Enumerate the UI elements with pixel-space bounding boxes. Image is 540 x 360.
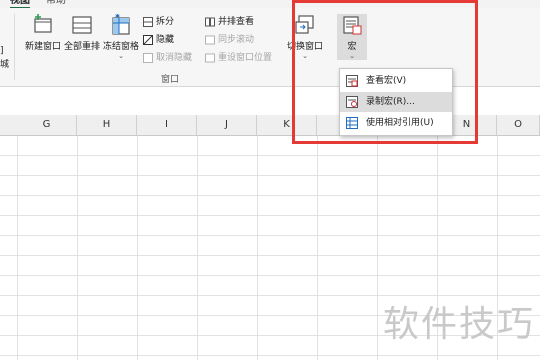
arrange-all-icon — [72, 16, 92, 34]
highlight-frame — [292, 0, 478, 144]
reset-position-label: 重设窗口位置 — [218, 53, 273, 63]
left-cut-line-1: ] — [0, 46, 4, 56]
freeze-panes-button[interactable]: ✱ 冻结窗格 ⌄ — [96, 14, 146, 60]
view-side-by-side-label: 并排查看 — [218, 17, 255, 27]
svg-text:✱: ✱ — [115, 14, 120, 20]
left-cut-line-2: 城 — [0, 60, 10, 70]
column-header[interactable]: I — [137, 115, 197, 135]
unhide-icon — [143, 53, 153, 63]
view-side-by-side-button[interactable]: 并排查看 — [205, 15, 254, 29]
reset-position-icon — [205, 53, 215, 63]
watermark-text: 软件技巧 — [383, 304, 536, 345]
reset-position-button[interactable]: 重设窗口位置 — [205, 51, 272, 65]
freeze-panes-icon: ✱ — [112, 14, 130, 35]
column-header[interactable]: H — [77, 115, 137, 135]
sync-scroll-label: 同步滚动 — [218, 35, 255, 45]
split-icon — [143, 17, 153, 27]
freeze-panes-label: 冻结窗格 — [102, 42, 139, 52]
hide-button[interactable]: 隐藏 — [143, 33, 174, 47]
side-by-side-icon — [205, 17, 215, 27]
ribbon-separator — [14, 14, 15, 80]
unhide-label: 取消隐藏 — [156, 53, 193, 63]
new-window-icon — [34, 14, 52, 33]
split-label: 拆分 — [156, 17, 175, 27]
column-header[interactable]: J — [197, 115, 257, 135]
unhide-button[interactable]: 取消隐藏 — [143, 51, 192, 65]
column-header[interactable]: O — [497, 115, 540, 135]
ribbon-left-cut-label: ] 城 — [0, 44, 9, 72]
sync-scroll-button[interactable]: 同步滚动 — [205, 33, 254, 47]
group-label-window: 窗口 — [161, 75, 180, 85]
column-header[interactable]: G — [17, 115, 77, 135]
split-button[interactable]: 拆分 — [143, 15, 174, 29]
sync-scroll-icon — [205, 35, 215, 45]
hide-label: 隐藏 — [156, 35, 175, 45]
tab-help[interactable]: 帮助 — [46, 0, 66, 7]
chevron-down-icon: ⌄ — [118, 52, 124, 60]
hide-icon — [143, 35, 153, 45]
